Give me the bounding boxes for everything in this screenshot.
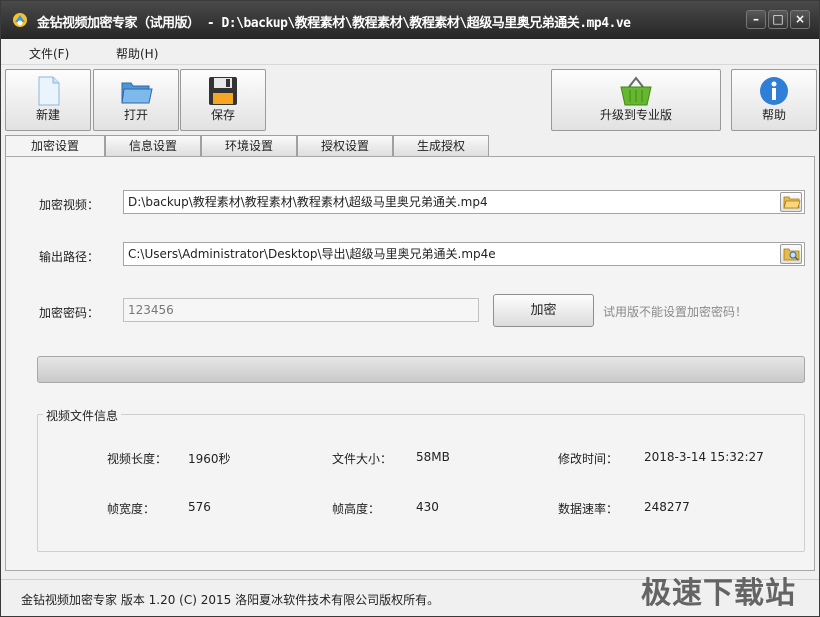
help-button-label: 帮助	[761, 108, 786, 122]
info-icon	[760, 77, 788, 105]
bitrate-label: 数据速率：	[558, 502, 619, 516]
tab-license-settings[interactable]: 授权设置	[297, 135, 393, 157]
app-logo-icon	[13, 13, 27, 27]
open-folder-icon	[783, 196, 801, 209]
tab-info-settings[interactable]: 信息设置	[105, 135, 201, 157]
trial-hint: 试用版不能设置加密密码！	[603, 305, 748, 319]
password-input[interactable]: 123456	[123, 298, 479, 322]
close-button[interactable]: ×	[790, 10, 810, 29]
minimize-button[interactable]: –	[746, 10, 766, 29]
modified-time-label: 修改时间：	[558, 452, 619, 466]
menu-help[interactable]: 帮助(H)	[116, 45, 158, 62]
upgrade-button-label: 升级到专业版	[599, 108, 672, 122]
window-title: 金钻视频加密专家（试用版） - D:\backup\教程素材\教程素材\教程素材…	[37, 16, 631, 31]
modified-time-value: 2018-3-14 15:32:27	[644, 450, 764, 464]
save-disk-icon	[209, 77, 237, 105]
app-window: 金钻视频加密专家（试用版） - D:\backup\教程素材\教程素材\教程素材…	[0, 0, 820, 617]
tab-environment-settings[interactable]: 环境设置	[201, 135, 297, 157]
frame-width-value: 576	[188, 500, 211, 514]
status-text: 金钻视频加密专家 版本 1.20 (C) 2015 洛阳夏冰软件技术有限公司版权…	[21, 593, 440, 607]
output-path-input[interactable]: C:\Users\Administrator\Desktop\导出\超级马里奥兄…	[123, 242, 805, 266]
open-button[interactable]: 打开	[93, 69, 179, 131]
file-size-label: 文件大小：	[332, 452, 393, 466]
browse-output-button[interactable]	[780, 244, 802, 264]
menu-file[interactable]: 文件(F)	[29, 45, 69, 62]
bitrate-value: 248277	[644, 500, 690, 514]
new-button[interactable]: 新建	[5, 69, 91, 131]
file-size-value: 58MB	[416, 450, 450, 464]
password-label: 加密密码：	[39, 306, 100, 320]
video-info-group	[37, 414, 805, 552]
frame-height-label: 帧高度：	[332, 502, 381, 516]
browse-video-button[interactable]	[780, 192, 802, 212]
save-button-label: 保存	[210, 108, 235, 122]
video-path-label: 加密视频：	[39, 198, 100, 212]
video-info-title: 视频文件信息	[43, 407, 122, 424]
encrypt-progress-bar	[37, 356, 805, 383]
help-button[interactable]: 帮助	[731, 69, 817, 131]
menu-bar: 文件(F) 帮助(H)	[1, 39, 819, 65]
save-button[interactable]: 保存	[180, 69, 266, 131]
title-bar: 金钻视频加密专家（试用版） - D:\backup\教程素材\教程素材\教程素材…	[1, 1, 819, 39]
open-button-label: 打开	[123, 108, 148, 122]
folder-search-icon	[783, 248, 800, 261]
new-button-label: 新建	[35, 108, 60, 122]
open-folder-icon	[121, 82, 153, 104]
duration-label: 视频长度：	[107, 452, 168, 466]
output-path-label: 输出路径：	[39, 250, 100, 264]
frame-height-value: 430	[416, 500, 439, 514]
duration-value: 1960秒	[188, 452, 231, 466]
tab-encrypt-settings[interactable]: 加密设置	[5, 135, 105, 158]
upgrade-button[interactable]: 升级到专业版	[551, 69, 721, 131]
video-path-input[interactable]: D:\backup\教程素材\教程素材\教程素材\超级马里奥兄弟通关.mp4	[123, 190, 805, 214]
tab-generate-license[interactable]: 生成授权	[393, 135, 489, 157]
new-file-icon	[38, 76, 60, 106]
frame-width-label: 帧宽度：	[107, 502, 156, 516]
encrypt-button[interactable]: 加密	[493, 294, 594, 327]
site-watermark: 极速下载站	[641, 576, 796, 611]
shopping-basket-icon	[620, 76, 652, 106]
maximize-button[interactable]: □	[768, 10, 788, 29]
